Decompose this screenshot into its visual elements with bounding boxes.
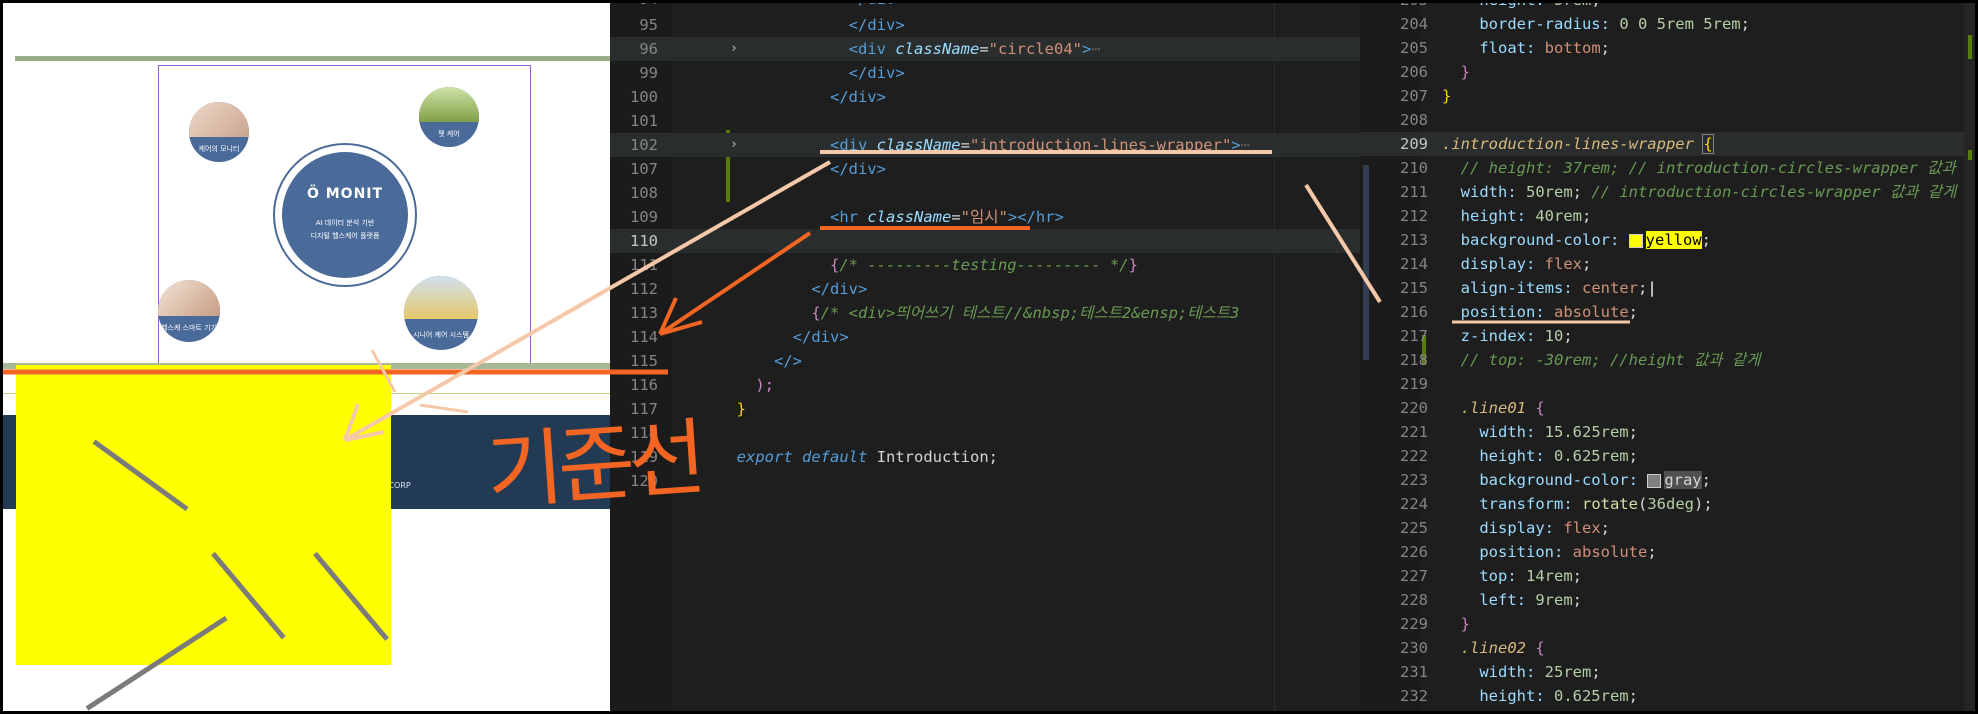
- code-line: 95 </div>: [639, 16, 905, 34]
- code-line: 228 left: 9rem;: [1400, 591, 1582, 609]
- code-line: 222 height: 0.625rem;: [1400, 447, 1638, 465]
- vertical-scrollbar[interactable]: [1964, 0, 1978, 714]
- circle-caption: 시니어 케어 시스템: [413, 330, 469, 339]
- scrollbar-change-marker: [1968, 35, 1972, 59]
- code-line: 107 </div>: [630, 160, 886, 178]
- code-line: 233 background-color: gray;: [1360, 708, 1978, 714]
- photo-image: [158, 280, 220, 316]
- code-line: 227 top: 14rem;: [1400, 567, 1583, 585]
- code-line: 212 height: 40rem;: [1400, 207, 1592, 225]
- code-line: 218 // top: -30rem; //height 값과 같게: [1400, 351, 1761, 369]
- code-line: 214 display: flex;: [1400, 255, 1592, 273]
- introduction-lines-wrapper-box: [16, 365, 391, 665]
- code-line: 203 height: 5rem;: [1400, 0, 1601, 9]
- color-swatch-icon[interactable]: [1628, 233, 1643, 248]
- code-line: 111 {/* ---------testing--------- */}: [630, 256, 1138, 274]
- code-line: 208: [1400, 111, 1428, 129]
- scss-editor-panel[interactable]: 203 height: 5rem; 204 border-radius: 0 0…: [1360, 0, 1978, 714]
- code-line: 223 background-color: gray;: [1400, 471, 1711, 489]
- code-line: 120: [630, 472, 658, 490]
- code-line: 115 </>: [630, 352, 802, 370]
- circle-caption: 헬스케 스마트 기기: [161, 324, 217, 333]
- code-line-current: 110: [610, 229, 1360, 253]
- code-line: 94 </div>: [610, 0, 1360, 11]
- center-subtitle-1: AI 데이터 분석 기반: [315, 219, 375, 227]
- code-line: 99 </div>: [639, 64, 905, 82]
- code-line: 231 width: 25rem;: [1400, 663, 1601, 681]
- code-line: 100 </div>: [630, 88, 886, 106]
- code-line: 230 .line02 {: [1400, 639, 1545, 657]
- code-line: 225 display: flex;: [1400, 519, 1610, 537]
- circle-smart-device: 헬스케 스마트 기기: [158, 280, 220, 342]
- code-line: 102 › <div className="introduction-lines-…: [610, 133, 1360, 157]
- logo-ring-icon: Ö: [306, 186, 326, 202]
- handwritten-baseline-note: 기준선: [483, 408, 704, 522]
- circle-senior-care: 시니어 케어 시스템: [404, 276, 478, 350]
- code-line: 204 border-radius: 0 0 5rem 5rem;: [1400, 15, 1750, 33]
- code-line-current: 209 .introduction-lines-wrapper {: [1360, 132, 1978, 156]
- photo-image: [404, 276, 478, 319]
- code-line: 101: [630, 112, 658, 130]
- code-line: 113 {/* <div>띄어쓰기 테스트//&nbsp;테스트2&ensp;테…: [630, 304, 1240, 322]
- code-line: 216 position: absolute;: [1400, 303, 1638, 321]
- code-line: 226 position: absolute;: [1400, 543, 1657, 561]
- circle-caption: 펫 케어: [438, 129, 460, 138]
- code-line: 116 );: [630, 376, 774, 394]
- circle-pet-care: 펫 케어: [419, 87, 479, 147]
- center-subtitle-2: 디지털 헬스케어 플랫폼: [310, 232, 380, 240]
- jsx-editor-panel[interactable]: 94 </div> 95 </div> 96› <div className="…: [610, 0, 1360, 714]
- code-line: 207}: [1400, 87, 1452, 105]
- code-line: 206 }: [1400, 63, 1471, 81]
- code-line: 205 float: bottom;: [1400, 39, 1610, 57]
- code-line: 221 width: 15.625rem;: [1400, 423, 1638, 441]
- code-line: 220 .line01 {: [1400, 399, 1545, 417]
- photo-image: [419, 87, 479, 122]
- code-line: 219: [1400, 375, 1428, 393]
- code-line: 117 }: [630, 400, 747, 418]
- code-line: 217 z-index: 10;: [1400, 327, 1573, 345]
- code-line: 119 export default Introduction;: [630, 448, 999, 466]
- circle-caption: 케어의 모니터: [198, 144, 240, 153]
- code-line: 96 › <div className="circle04">⋯: [610, 37, 1360, 61]
- preview-top-divider: [15, 56, 610, 61]
- code-line: 213 background-color: yellow;: [1400, 231, 1711, 249]
- code-line: 232 height: 0.625rem;: [1400, 687, 1638, 705]
- code-line: 224 transform: rotate(36deg);: [1400, 495, 1713, 513]
- center-circle: Ö MONIT AI 데이터 분석 기반 디지털 헬스케어 플랫폼: [282, 152, 408, 278]
- code-line: 211 width: 50rem; // introduction-circle…: [1400, 183, 1957, 201]
- code-line: 229 }: [1400, 615, 1471, 633]
- monit-logo: Ö MONIT: [282, 186, 408, 202]
- code-line: 109 <hr className="임시"></hr>: [630, 208, 1064, 226]
- code-line: 210 // height: 37rem; // introduction-ci…: [1400, 159, 1978, 177]
- browser-preview-panel: 케어의 모니터 펫 케어 헬스케 스마트 기기 시니어 케어 시스템 Ö MON…: [0, 0, 610, 714]
- code-line: 112 </div>: [630, 280, 868, 298]
- color-swatch-icon[interactable]: [1647, 473, 1662, 488]
- photo-image: [189, 102, 249, 137]
- code-line: 118: [630, 424, 658, 442]
- scrollbar-change-marker: [1968, 150, 1972, 160]
- logo-text: MONIT: [325, 186, 384, 202]
- code-line: 114 </div>: [630, 328, 849, 346]
- code-line: 108: [630, 184, 658, 202]
- circle-caregiver-monitor: 케어의 모니터: [189, 102, 249, 162]
- code-line: 215 align-items: center;|: [1400, 279, 1657, 297]
